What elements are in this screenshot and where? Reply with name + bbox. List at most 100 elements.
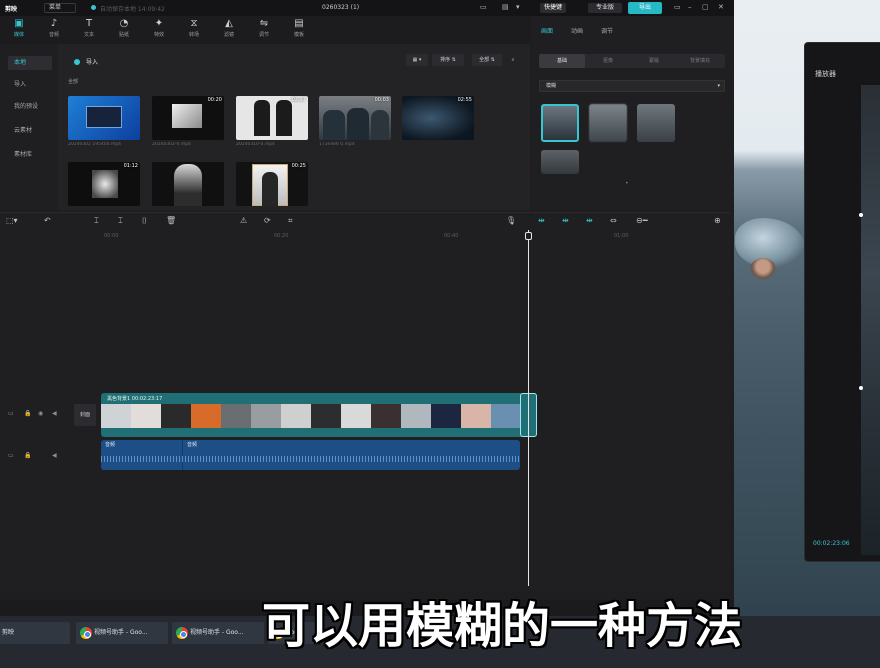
sidebar-item-import[interactable]: 导入	[8, 78, 52, 92]
text-icon: T	[85, 18, 93, 29]
tool-media[interactable]: ▣ 媒体	[4, 18, 34, 44]
preview-axis-icon[interactable]: ⇔	[610, 216, 617, 225]
task-capcut[interactable]: 剪映	[0, 622, 70, 644]
media-thumb[interactable]	[152, 162, 224, 206]
tool-transition[interactable]: ⧖ 转场	[179, 18, 209, 44]
segment-mask[interactable]: 蒙版	[631, 54, 677, 68]
menu-button[interactable]: 菜单	[44, 3, 76, 13]
thumb-name: 173e4e6 0.mp4	[319, 142, 355, 147]
select-tool-icon[interactable]: ⬚▾	[6, 216, 18, 225]
media-thumb[interactable]: 01:12	[68, 162, 140, 206]
sidebar-item-cloud[interactable]: 云素材	[8, 124, 52, 138]
tool-label: 模板	[293, 32, 304, 38]
video-clip[interactable]: 黑色背景1 00:02:23:17	[101, 393, 537, 437]
clip-frame	[221, 404, 251, 428]
media-thumb[interactable]: 00:03	[319, 96, 391, 140]
crop-icon[interactable]: ⌗	[288, 216, 293, 226]
sidebar-item-library[interactable]: 素材库	[8, 148, 52, 162]
link-main-icon[interactable]: ⇹	[538, 216, 545, 225]
thumb-duration: 02:55	[457, 97, 472, 103]
maximize-icon[interactable]: ▢	[702, 3, 709, 11]
snap-icon[interactable]: ⇹	[586, 216, 593, 225]
timeline-ruler[interactable]: 00:00 00:20 00:40 01:00	[0, 230, 730, 244]
zoom-slider-icon[interactable]: ⊖━	[636, 216, 648, 225]
audio-mute-icon[interactable]: ◀	[52, 452, 57, 459]
task-chrome-2[interactable]: 视频号助手 - Goo...	[172, 622, 264, 644]
audio-clip[interactable]: 音频 音频	[101, 440, 520, 470]
media-thumb[interactable]: 00:20	[152, 96, 224, 140]
split-right-icon[interactable]: ⌷	[142, 216, 147, 226]
import-button[interactable]: 导入	[86, 57, 98, 66]
media-thumb[interactable]: 02:55	[402, 96, 474, 140]
tab-animation[interactable]: 动画	[571, 26, 583, 35]
mic-icon[interactable]: 🎙	[506, 216, 516, 225]
task-label: 视频号助手 - Goo...	[190, 629, 244, 636]
sidebar-item-presets[interactable]: 我的预设	[8, 100, 52, 114]
blur-select-value: 模糊	[546, 83, 557, 89]
tool-label: 特效	[153, 32, 164, 38]
audio-clip-label: 音频	[105, 442, 116, 448]
chat-icon[interactable]: ▭	[480, 3, 487, 11]
export-button[interactable]: 导出	[628, 2, 662, 14]
tool-effects[interactable]: ✦ 特效	[144, 18, 174, 44]
blur-option[interactable]	[541, 150, 579, 174]
delete-icon[interactable]: 🗑	[166, 216, 176, 225]
view-toggle[interactable]: ▦ ▾	[406, 54, 428, 66]
track-visibility-icon[interactable]: ▭	[8, 410, 14, 417]
layout-toggle-icon[interactable]: ▭	[674, 3, 681, 11]
audio-track-icon[interactable]: ▭	[8, 452, 14, 459]
segment-background[interactable]: 背景填充	[677, 54, 723, 68]
tool-audio[interactable]: ♪ 音频	[39, 18, 69, 44]
undo-icon[interactable]: ↶	[44, 216, 51, 225]
link-clip-icon[interactable]: ⇹	[562, 216, 569, 225]
playhead-handle[interactable]	[525, 232, 532, 240]
tab-adjust[interactable]: 调节	[601, 26, 613, 35]
warning-icon[interactable]: ⚠	[240, 216, 247, 225]
blur-option[interactable]	[589, 104, 627, 142]
project-title[interactable]: 0260323 (1)	[322, 4, 359, 11]
blur-option[interactable]	[637, 104, 675, 142]
playhead[interactable]	[528, 230, 529, 586]
adjust-icon: ⇋	[259, 18, 269, 29]
track-mute-icon[interactable]: ◀	[52, 410, 57, 417]
tool-adjust[interactable]: ⇋ 调节	[249, 18, 279, 44]
media-thumb[interactable]	[68, 96, 140, 140]
cover-button[interactable]: 封面	[74, 404, 96, 426]
tool-text[interactable]: T 文本	[74, 18, 104, 44]
segment-basic[interactable]: 基础	[539, 54, 585, 68]
clip-frame	[191, 404, 221, 428]
blur-select[interactable]: 模糊 ▾	[539, 80, 725, 92]
tab-picture[interactable]: 画面	[541, 26, 553, 35]
tool-sticker[interactable]: ◔ 贴纸	[109, 18, 139, 44]
tool-label: 转场	[188, 32, 199, 38]
close-icon[interactable]: ✕	[718, 3, 724, 11]
track-eye-icon[interactable]: ◉	[38, 410, 43, 417]
media-thumb[interactable]: 00:25	[236, 162, 308, 206]
blur-option[interactable]	[541, 104, 579, 142]
dropdown-icon[interactable]: ▾	[516, 3, 520, 11]
shortcut-button[interactable]: 快捷键	[540, 3, 566, 13]
filter-button[interactable]: 全部 ⇅	[472, 54, 502, 66]
pro-button[interactable]: 专业版	[588, 3, 622, 13]
split-left-icon[interactable]: ⌶	[118, 216, 123, 226]
tool-filter[interactable]: ◭ 滤镜	[214, 18, 244, 44]
fit-icon[interactable]: ⊕	[714, 216, 721, 225]
resize-handle[interactable]	[859, 213, 863, 217]
thumb-content	[86, 106, 122, 128]
layout-icon[interactable]: ▤	[502, 3, 509, 11]
task-chrome-1[interactable]: 视频号助手 - Goo...	[76, 622, 168, 644]
audio-lock-icon[interactable]: 🔒	[24, 452, 31, 459]
loop-icon[interactable]: ⟳	[264, 216, 271, 225]
media-thumb[interactable]: 02:27	[236, 96, 308, 140]
tool-template[interactable]: ▤ 模板	[284, 18, 314, 44]
audio-clip-label: 音频	[187, 442, 198, 448]
sidebar-item-local[interactable]: 本地	[8, 56, 52, 70]
segment-matting[interactable]: 抠像	[585, 54, 631, 68]
track-lock-icon[interactable]: 🔒	[24, 410, 31, 417]
chrome-icon	[80, 627, 92, 639]
search-icon[interactable]: ⌕	[506, 54, 520, 66]
sort-button[interactable]: 排序 ⇅	[432, 54, 464, 66]
resize-handle[interactable]	[859, 386, 863, 390]
split-icon[interactable]: ⌶	[94, 216, 99, 226]
minimize-icon[interactable]: –	[688, 3, 692, 11]
